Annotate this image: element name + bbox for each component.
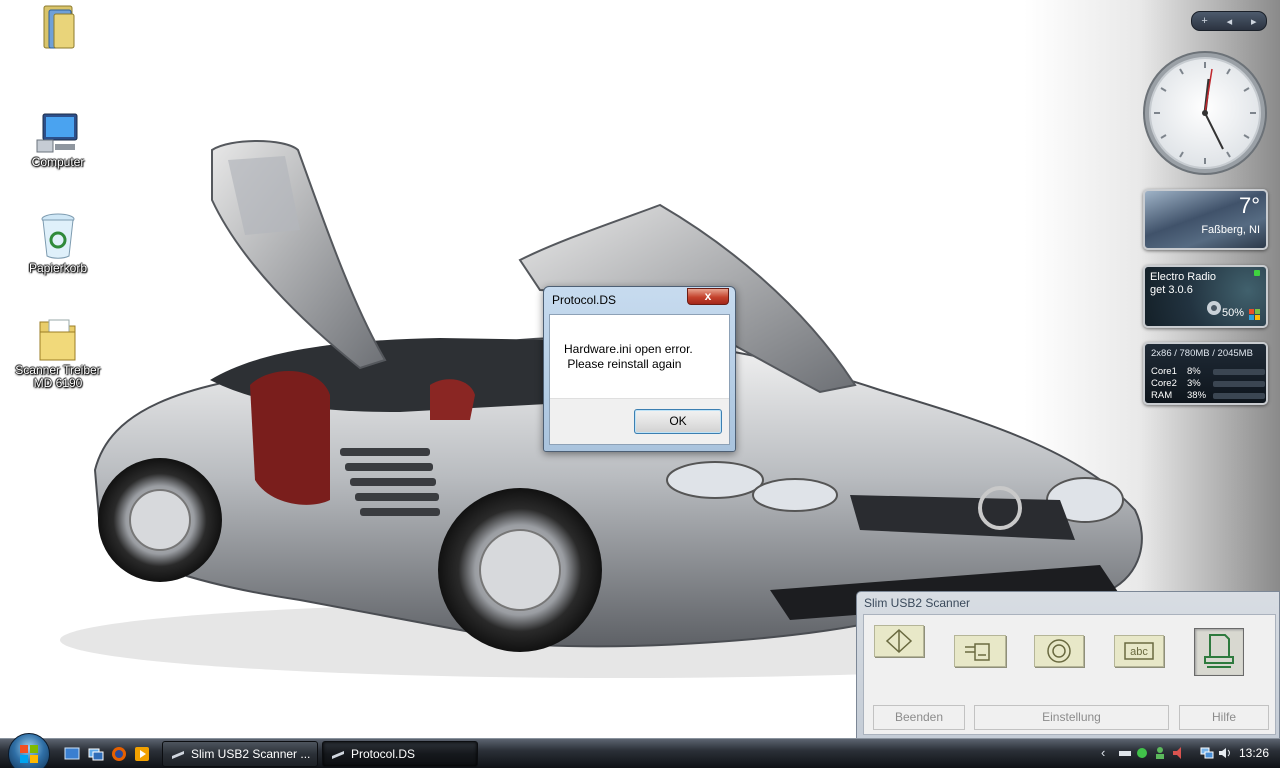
- usb-device-icon[interactable]: [1118, 746, 1132, 760]
- switch-windows-icon[interactable]: [88, 746, 104, 762]
- scanner-app-icon: [172, 751, 184, 759]
- ocr-abc-icon: abc: [1124, 642, 1154, 660]
- metric-value: 38%: [1187, 390, 1207, 401]
- windows-flag-icon: [1249, 309, 1260, 320]
- usage-bar: [1213, 368, 1265, 375]
- clock-gadget[interactable]: [1141, 49, 1269, 177]
- radio-station-name: Electro Radio: [1150, 271, 1217, 283]
- system-monitor-gadget[interactable]: 2x86 / 780MB / 2045MB Core1 8% Core2 3% …: [1143, 342, 1268, 405]
- taskbar-item-protocol[interactable]: Protocol.DS: [322, 741, 478, 767]
- metric-value: 3%: [1187, 378, 1201, 389]
- radio-volume-level: 50%: [1221, 307, 1244, 319]
- audio-driver-icon[interactable]: [1171, 746, 1185, 760]
- radio-status-indicator: [1254, 270, 1260, 276]
- dialog-message-line: Please reinstall again: [564, 357, 682, 371]
- volume-icon[interactable]: [1218, 746, 1232, 760]
- protocol-app-icon: [332, 751, 344, 759]
- desktop-icon-recycle-bin[interactable]: Papierkorb: [8, 212, 108, 275]
- gadget-prev-button[interactable]: ◂: [1227, 15, 1233, 28]
- quit-button[interactable]: Beenden: [873, 705, 965, 730]
- dialog-title: Protocol.DS: [552, 293, 617, 307]
- scan-circle-icon: [1047, 639, 1071, 663]
- radio-gadget[interactable]: Electro Radio get 3.0.6 50%: [1143, 265, 1268, 328]
- help-button[interactable]: Hilfe: [1179, 705, 1269, 730]
- taskbar-item-label: Protocol.DS: [351, 747, 416, 761]
- desktop-icon-label: Scanner Treiber MD 6190: [15, 363, 101, 390]
- start-button[interactable]: [8, 733, 50, 768]
- radio-station-info: Electro Radio get 3.0.6: [1150, 271, 1216, 297]
- scan-to-file-button[interactable]: [954, 635, 1006, 667]
- cpu-core2-row: Core2 3%: [1151, 378, 1265, 389]
- dialog-message-line: Hardware.ini open error.: [564, 342, 693, 356]
- dialog-message: Hardware.ini open error. Please reinstal…: [564, 342, 693, 372]
- taskbar-item-label: Slim USB2 Scanner ...: [191, 747, 311, 761]
- taskbar: Slim USB2 Scanner ... Protocol.DS ‹ 13:2…: [0, 733, 1280, 768]
- green-burst-icon[interactable]: [1135, 746, 1149, 760]
- network-people-icon[interactable]: [1153, 746, 1167, 760]
- scanner-device-icon: [1204, 634, 1234, 668]
- desktop-icon-label: Papierkorb: [28, 261, 88, 275]
- ok-button[interactable]: OK: [634, 409, 722, 434]
- computer-icon: [36, 113, 78, 153]
- tray-expand-chevron-icon[interactable]: ‹: [1101, 745, 1105, 760]
- scan-ocr-button[interactable]: abc: [1114, 635, 1164, 667]
- windows-logo-icon: [20, 745, 38, 763]
- scanner-window-title: Slim USB2 Scanner: [864, 596, 971, 610]
- settings-button[interactable]: Einstellung: [974, 705, 1169, 730]
- usage-bar: [1213, 392, 1265, 399]
- analog-clock-face: [1143, 51, 1267, 175]
- desktop-icon-folder-stack[interactable]: [10, 4, 110, 54]
- usage-bar: [1213, 380, 1265, 387]
- metric-name: Core1: [1151, 366, 1177, 377]
- dialog-button-bar: OK: [550, 398, 729, 444]
- system-summary: 2x86 / 780MB / 2045MB: [1151, 348, 1253, 359]
- gadget-toolbar: + ◂ ▸: [1191, 11, 1267, 31]
- desktop-icon-scanner-driver-folder[interactable]: Scanner Treiber MD 6190: [8, 316, 108, 390]
- scanner-panel: abc Beenden Einstellung Hilfe: [863, 614, 1276, 735]
- firefox-icon[interactable]: [111, 746, 127, 762]
- scan-document-icon: [965, 643, 990, 661]
- network-icon[interactable]: [1200, 746, 1214, 760]
- scanner-window: Slim USB2 Scanner abc Beenden Einstellun…: [856, 591, 1280, 739]
- recycle-bin-icon: [41, 213, 75, 259]
- weather-location: Faßberg, NI: [1201, 224, 1260, 236]
- show-desktop-icon[interactable]: [64, 746, 80, 762]
- weather-gadget[interactable]: 7° Faßberg, NI: [1143, 189, 1268, 250]
- gadget-next-button[interactable]: ▸: [1251, 15, 1257, 28]
- metric-name: RAM: [1151, 390, 1173, 401]
- folder-icon: [39, 319, 76, 361]
- scan-copy-button[interactable]: [1034, 635, 1084, 667]
- speaker-icon[interactable]: [1205, 299, 1223, 317]
- taskbar-clock[interactable]: 13:26: [1239, 746, 1269, 760]
- taskbar-item-scanner[interactable]: Slim USB2 Scanner ...: [162, 741, 318, 767]
- radio-version: get 3.0.6: [1150, 284, 1193, 296]
- add-gadget-button[interactable]: +: [1201, 15, 1207, 27]
- scan-start-button[interactable]: [874, 625, 924, 657]
- error-dialog: Protocol.DS x Hardware.ini open error. P…: [543, 286, 736, 452]
- scan-diamond-icon: [885, 628, 913, 654]
- folder-stack-icon: [43, 5, 75, 49]
- scanner-device-button[interactable]: [1194, 628, 1244, 676]
- svg-text:abc: abc: [1130, 646, 1148, 658]
- desktop-icon-label: Computer: [31, 155, 85, 169]
- dialog-close-button[interactable]: x: [687, 288, 729, 305]
- media-player-icon[interactable]: [134, 746, 150, 762]
- desktop-icon-computer[interactable]: Computer: [8, 112, 108, 169]
- ram-row: RAM 38%: [1151, 390, 1265, 401]
- weather-temperature: 7°: [1238, 193, 1260, 218]
- metric-name: Core2: [1151, 378, 1177, 389]
- cpu-core1-row: Core1 8%: [1151, 366, 1265, 377]
- dialog-content: Hardware.ini open error. Please reinstal…: [549, 314, 730, 445]
- metric-value: 8%: [1187, 366, 1201, 377]
